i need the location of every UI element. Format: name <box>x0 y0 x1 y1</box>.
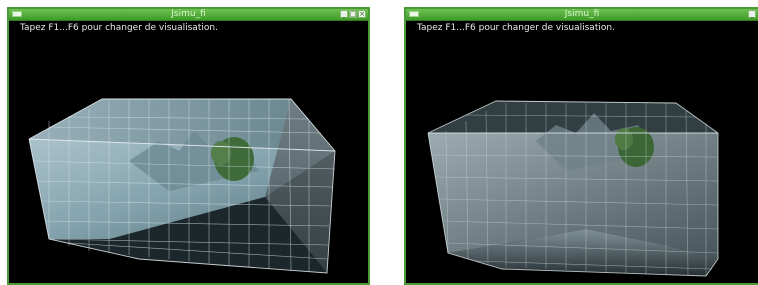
close-button[interactable]: × <box>358 10 366 18</box>
textured-box <box>28 98 336 274</box>
title-bar[interactable]: Jsimu_fi _ □ × <box>9 9 368 21</box>
simulation-window-left: Jsimu_fi _ □ × Tapez F1...F6 pour change… <box>7 7 370 285</box>
window-title: Jsimu_fi <box>171 9 206 19</box>
instruction-text: Tapez F1...F6 pour changer de visualisat… <box>417 23 615 33</box>
maximize-button[interactable]: □ <box>349 10 357 18</box>
3d-viewport[interactable] <box>9 21 368 283</box>
3d-viewport[interactable] <box>406 21 758 283</box>
title-bar[interactable]: Jsimu_fi _ <box>406 9 758 21</box>
simulation-window-right: Jsimu_fi _ Tapez F1...F6 pour changer de… <box>404 7 758 285</box>
window-title: Jsimu_fi <box>564 9 600 19</box>
minimize-button[interactable]: _ <box>340 10 348 18</box>
minimize-button[interactable]: _ <box>748 10 756 18</box>
textured-box <box>427 100 719 277</box>
instruction-text: Tapez F1...F6 pour changer de visualisat… <box>20 23 218 33</box>
